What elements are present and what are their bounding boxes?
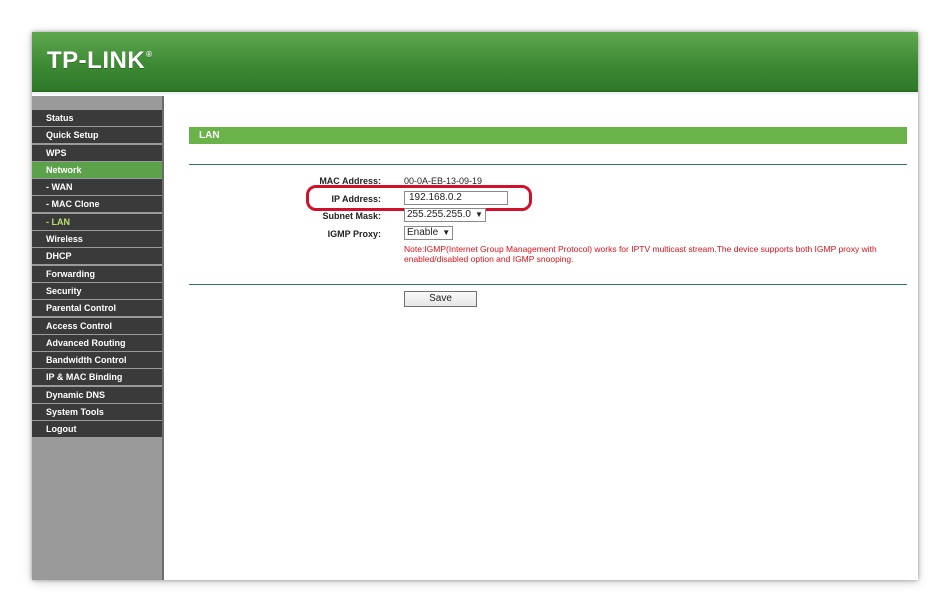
sidebar-item-lan[interactable]: - LAN (32, 213, 162, 230)
subnet-mask-label: Subnet Mask: (322, 211, 381, 221)
header-bar: TP-LINK® (32, 32, 918, 92)
router-admin-window: TP-LINK® Status Quick Setup WPS Network … (32, 32, 918, 580)
main-content: LAN MAC Address: 00-0A-EB-13-09-19 IP Ad… (164, 96, 918, 580)
sidebar-item-dynamic-dns[interactable]: Dynamic DNS (32, 386, 162, 403)
sidebar-item-ip-mac-binding[interactable]: IP & MAC Binding (32, 369, 162, 386)
tp-link-logo: TP-LINK® (47, 47, 153, 75)
subnet-mask-row: Subnet Mask: 255.255.255.0 ▼ (164, 208, 918, 224)
sidebar-item-quick-setup[interactable]: Quick Setup (32, 127, 162, 144)
sidebar-item-access-control[interactable]: Access Control (32, 317, 162, 334)
igmp-note: Note:IGMP(Internet Group Management Prot… (404, 244, 877, 264)
sidebar-item-network[interactable]: Network (32, 161, 162, 178)
sidebar-item-security[interactable]: Security (32, 282, 162, 299)
registered-mark: ® (146, 50, 153, 59)
sidebar: Status Quick Setup WPS Network - WAN - M… (32, 96, 164, 580)
sidebar-item-status[interactable]: Status (32, 110, 162, 126)
ip-address-input[interactable]: 192.168.0.2 (404, 191, 508, 205)
divider-top (189, 164, 907, 165)
sidebar-item-mac-clone[interactable]: - MAC Clone (32, 196, 162, 213)
sidebar-item-forwarding[interactable]: Forwarding (32, 265, 162, 282)
divider-bottom (189, 284, 907, 285)
sidebar-item-parental-control[interactable]: Parental Control (32, 300, 162, 317)
mac-address-row: MAC Address: 00-0A-EB-13-09-19 (164, 173, 918, 189)
sidebar-menu: Status Quick Setup WPS Network - WAN - M… (32, 110, 162, 438)
ip-address-row: IP Address: 192.168.0.2 (164, 185, 918, 211)
sidebar-item-advanced-routing[interactable]: Advanced Routing (32, 334, 162, 351)
sidebar-item-bandwidth-control[interactable]: Bandwidth Control (32, 352, 162, 369)
sidebar-item-wireless[interactable]: Wireless (32, 231, 162, 248)
ip-address-label: IP Address: (331, 194, 381, 204)
logo-text: TP-LINK (47, 47, 146, 74)
chevron-down-icon: ▼ (442, 228, 451, 237)
subnet-mask-value: 255.255.255.0 (407, 209, 471, 220)
chevron-down-icon: ▼ (475, 210, 483, 219)
igmp-proxy-select[interactable]: Enable ▼ (404, 226, 454, 240)
igmp-proxy-row: IGMP Proxy: Enable ▼ (164, 226, 918, 242)
sidebar-item-dhcp[interactable]: DHCP (32, 248, 162, 265)
sidebar-item-logout[interactable]: Logout (32, 421, 162, 438)
igmp-proxy-label: IGMP Proxy: (327, 229, 381, 239)
sidebar-item-wps[interactable]: WPS (32, 144, 162, 161)
sidebar-item-wan[interactable]: - WAN (32, 179, 162, 196)
subnet-mask-select[interactable]: 255.255.255.0 ▼ (404, 208, 486, 222)
igmp-proxy-value: Enable (407, 227, 439, 238)
sidebar-item-system-tools[interactable]: System Tools (32, 404, 162, 421)
save-button[interactable]: Save (404, 291, 477, 307)
section-title: LAN (189, 127, 907, 144)
